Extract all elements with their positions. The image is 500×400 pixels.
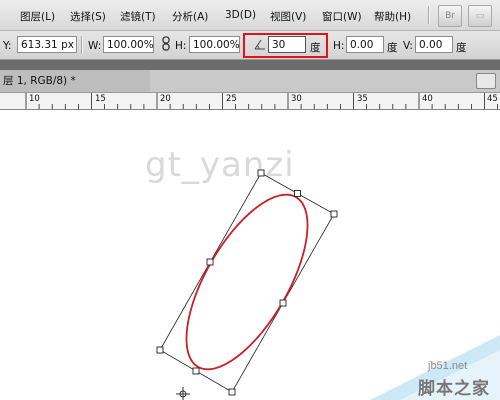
transform-handle xyxy=(192,367,200,375)
transform-handle xyxy=(257,169,265,177)
transform-bounding-box xyxy=(159,172,335,393)
transform-handle xyxy=(330,210,338,218)
site-url: jb51.net xyxy=(428,360,468,372)
rotate-cursor-icon xyxy=(176,387,190,400)
rotated-ellipse xyxy=(185,193,309,371)
transform-handle xyxy=(279,299,287,307)
transform-handle xyxy=(294,190,301,197)
transform-handle xyxy=(228,388,236,396)
transform-layer xyxy=(156,169,500,400)
transform-handle xyxy=(206,258,214,266)
site-logo: 脚本之家 xyxy=(418,379,490,399)
transform-handle xyxy=(156,346,164,354)
